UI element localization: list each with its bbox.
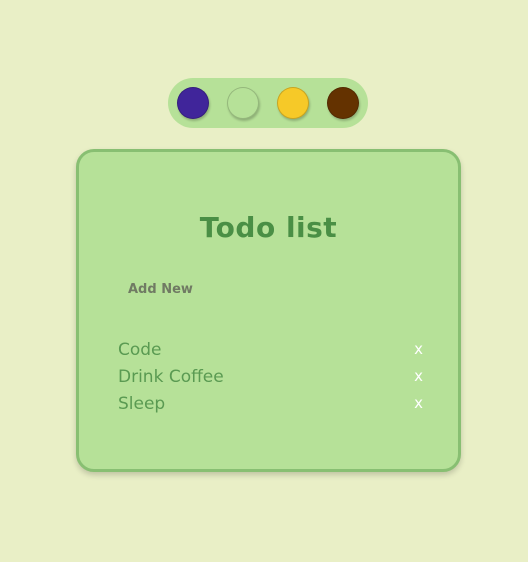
todo-item: Drink Coffee x xyxy=(118,363,423,390)
delete-todo-button[interactable]: x xyxy=(414,363,423,390)
todo-item-text: Code xyxy=(118,340,162,360)
delete-todo-button[interactable]: x xyxy=(414,336,423,363)
add-new-button[interactable]: Add New xyxy=(128,282,193,297)
theme-picker xyxy=(168,78,368,128)
todo-card: Todo list Add New Code x Drink Coffee x … xyxy=(76,149,461,472)
todo-item: Code x xyxy=(118,336,423,363)
delete-todo-button[interactable]: x xyxy=(414,390,423,417)
theme-swatch-yellow[interactable] xyxy=(277,87,309,119)
todo-item-text: Drink Coffee xyxy=(118,367,224,387)
todo-item: Sleep x xyxy=(118,390,423,417)
todo-item-text: Sleep xyxy=(118,394,166,414)
theme-swatch-light-green[interactable] xyxy=(227,87,259,119)
theme-swatch-purple[interactable] xyxy=(177,87,209,119)
todo-list: Code x Drink Coffee x Sleep x xyxy=(118,336,423,417)
page-title: Todo list xyxy=(199,211,338,244)
theme-swatch-brown[interactable] xyxy=(327,87,359,119)
